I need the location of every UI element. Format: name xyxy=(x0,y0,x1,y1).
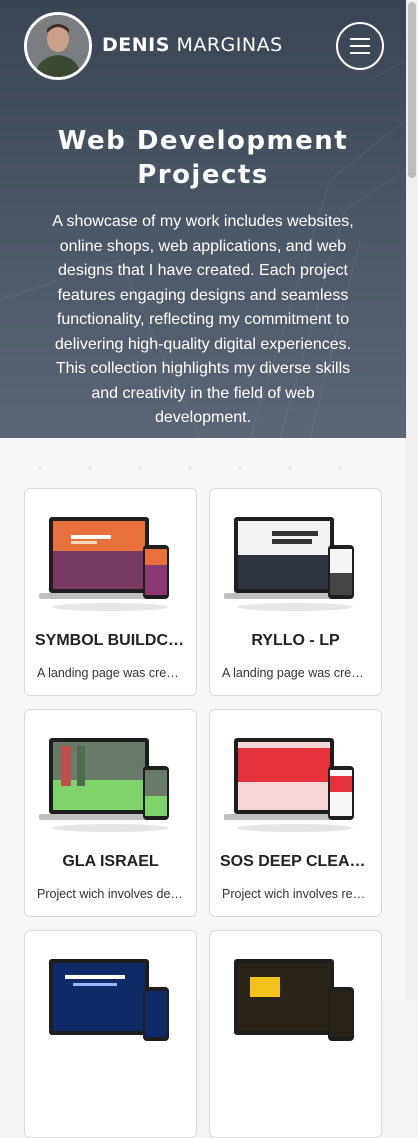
project-thumbnail xyxy=(39,517,169,611)
hamburger-icon xyxy=(350,52,370,54)
brand-last-name: MARGINAS xyxy=(176,34,283,56)
hero-section: DENIS MARGINAS Web Development Projects … xyxy=(0,0,406,438)
site-logo[interactable]: DENIS MARGINAS xyxy=(102,34,283,56)
project-card[interactable]: GLA ISRAEL Project wich involves design … xyxy=(24,709,197,917)
projects-section: SYMBOL BUILDCON A landing page was creat… xyxy=(0,438,406,1138)
project-description: Project wich involves design and develop… xyxy=(37,887,184,901)
project-title: RYLLO - LP xyxy=(251,632,340,649)
menu-button[interactable] xyxy=(336,22,384,70)
project-card[interactable] xyxy=(209,930,382,1138)
project-description: A landing page was created for Symbol Bu… xyxy=(37,666,184,680)
profile-photo xyxy=(27,15,89,77)
hamburger-icon xyxy=(350,45,370,47)
project-card[interactable]: SOS DEEP CLEANING Project wich involves … xyxy=(209,709,382,917)
project-thumbnail xyxy=(224,738,354,832)
project-thumbnail xyxy=(49,959,169,1041)
page-description: A showcase of my work includes websites,… xyxy=(52,213,354,426)
avatar[interactable] xyxy=(24,12,92,80)
project-thumbnail xyxy=(224,517,354,611)
site-header: DENIS MARGINAS xyxy=(0,0,406,90)
project-title: SYMBOL BUILDCON xyxy=(35,632,186,649)
project-card[interactable] xyxy=(24,930,197,1138)
project-thumbnail xyxy=(234,959,354,1041)
project-card[interactable]: SYMBOL BUILDCON A landing page was creat… xyxy=(24,488,197,696)
project-card[interactable]: RYLLO - LP A landing page was created fo… xyxy=(209,488,382,696)
page-title-line-1: Web Development xyxy=(57,126,349,156)
hamburger-icon xyxy=(350,38,370,40)
project-description: A landing page was created for Ryllo xyxy=(222,666,369,680)
page-scrollbar[interactable] xyxy=(406,0,418,1000)
project-description: Project wich involves remake of the webs… xyxy=(222,887,369,901)
brand-first-name: DENIS xyxy=(102,34,170,56)
page-title-line-2: Projects xyxy=(137,160,269,190)
project-title: SOS DEEP CLEANING xyxy=(220,853,371,870)
scrollbar-thumb[interactable] xyxy=(408,2,416,178)
page-title: Web Development Projects xyxy=(0,124,406,192)
project-title: GLA ISRAEL xyxy=(62,853,159,870)
project-thumbnail xyxy=(39,738,169,832)
